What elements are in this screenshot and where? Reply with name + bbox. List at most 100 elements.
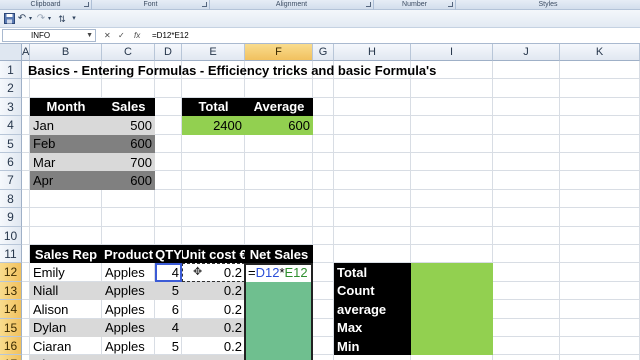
column-header-a[interactable]: A [22, 44, 30, 61]
stats-value-cell[interactable] [411, 263, 493, 282]
formula-input[interactable]: =D12*E12 [152, 29, 638, 42]
row-header-4[interactable]: 4 [0, 116, 22, 135]
chevron-down-icon[interactable]: ▼ [86, 30, 93, 41]
ribbon-group-number[interactable]: Number [374, 0, 456, 10]
month-cell[interactable]: Apr [30, 171, 102, 190]
ribbon-group-font[interactable]: Font [92, 0, 210, 10]
stats-label-cell[interactable]: Max [334, 318, 411, 337]
row-header-1[interactable]: 1 [0, 61, 22, 80]
sales-rep-cell[interactable]: Alison [30, 300, 102, 318]
month-cell[interactable]: Jan [30, 116, 102, 135]
qty-cell[interactable]: 19 [155, 355, 182, 360]
unit-cost-header[interactable]: Unit cost € [182, 245, 245, 264]
stats-label-cell[interactable]: Total [334, 263, 411, 282]
row-header-16[interactable]: 16 [0, 337, 22, 356]
column-header-j[interactable]: J [493, 44, 560, 61]
ribbon-group-clipboard[interactable]: Clipboard [0, 0, 92, 10]
row-header-5[interactable]: 5 [0, 134, 22, 153]
unit-cost-cell[interactable]: 0.2 [182, 281, 245, 301]
stats-value-cell[interactable] [411, 281, 493, 301]
qty-cell[interactable]: 6 [155, 300, 182, 318]
row-header-15[interactable]: 15 [0, 318, 22, 337]
row-header-6[interactable]: 6 [0, 153, 22, 172]
customize-toolbar-icon[interactable]: ▾ [70, 13, 78, 25]
product-cell[interactable]: Apples [102, 318, 155, 337]
dialog-launcher-icon[interactable] [202, 2, 207, 7]
qty-cell[interactable]: 4 [155, 318, 182, 337]
save-icon[interactable] [3, 13, 15, 25]
row-header-13[interactable]: 13 [0, 281, 22, 301]
row-header-14[interactable]: 14 [0, 300, 22, 319]
worksheet-grid[interactable]: ABCDEFGHIJK 1234567891011121314151617 Ba… [0, 44, 640, 360]
sales-rep-header[interactable]: Sales Rep [30, 245, 102, 264]
product-header[interactable]: Product [102, 245, 155, 264]
month-header[interactable]: Month [30, 97, 102, 117]
average-value[interactable]: 600 [245, 116, 313, 135]
product-cell[interactable]: Apples [102, 337, 155, 355]
insert-function-button[interactable]: fx [134, 29, 140, 42]
unit-cost-cell[interactable]: 0.2 [182, 318, 245, 337]
unit-cost-cell[interactable]: 0.2 [182, 337, 245, 355]
qty-cell[interactable]: 5 [155, 281, 182, 301]
product-cell[interactable]: Apples [102, 281, 155, 301]
sales-cell[interactable]: 700 [102, 153, 155, 172]
stats-value-cell[interactable] [411, 337, 493, 356]
net-sales-header[interactable]: Net Sales [245, 245, 313, 264]
product-cell[interactable]: Pears [102, 355, 155, 360]
row-header-7[interactable]: 7 [0, 171, 22, 190]
undo-icon[interactable]: ↶ [17, 13, 27, 25]
stats-label-cell[interactable]: average [334, 300, 411, 319]
column-header-f[interactable]: F [245, 44, 313, 61]
month-cell[interactable]: Mar [30, 153, 102, 172]
column-header-e[interactable]: E [182, 44, 245, 61]
sales-cell[interactable]: 600 [102, 171, 155, 190]
row-header-2[interactable]: 2 [0, 79, 22, 98]
row-header-12[interactable]: 12 [0, 263, 22, 282]
dialog-launcher-icon[interactable] [366, 2, 371, 7]
stats-value-cell[interactable] [411, 318, 493, 337]
sort-icon[interactable]: ⇅ [57, 13, 67, 25]
ribbon-group-styles[interactable]: Styles [456, 0, 640, 10]
ribbon-group-alignment[interactable]: Alignment [210, 0, 374, 10]
column-header-g[interactable]: G [313, 44, 334, 61]
column-header-c[interactable]: C [102, 44, 155, 61]
unit-cost-cell[interactable]: 0.2 [182, 300, 245, 318]
product-cell[interactable]: Apples [102, 263, 155, 281]
row-header-11[interactable]: 11 [0, 245, 22, 264]
column-header-k[interactable]: K [560, 44, 640, 61]
select-all-button[interactable] [0, 44, 22, 61]
column-header-h[interactable]: H [334, 44, 411, 61]
sales-rep-cell[interactable]: Ciaran [30, 337, 102, 355]
row-header-3[interactable]: 3 [0, 97, 22, 117]
sales-rep-cell[interactable]: Niall [30, 281, 102, 301]
sales-rep-cell[interactable]: Emily [30, 263, 102, 281]
stats-value-cell[interactable] [411, 300, 493, 319]
total-header[interactable]: Total [182, 97, 245, 117]
unit-cost-cell[interactable]: 0.25 [182, 355, 245, 360]
sales-cell[interactable]: 600 [102, 134, 155, 153]
stats-label-cell[interactable]: Count [334, 281, 411, 301]
row-header-10[interactable]: 10 [0, 226, 22, 245]
product-cell[interactable]: Apples [102, 300, 155, 318]
dialog-launcher-icon[interactable] [84, 2, 89, 7]
column-header-d[interactable]: D [155, 44, 182, 61]
qty-header[interactable]: QTY [155, 245, 182, 264]
sheet-title[interactable]: Basics - Entering Formulas - Efficiency … [28, 61, 436, 79]
redo-icon[interactable]: ↷ [36, 13, 46, 25]
sales-cell[interactable]: 500 [102, 116, 155, 135]
total-value[interactable]: 2400 [182, 116, 245, 135]
stats-label-cell[interactable]: Min [334, 337, 411, 356]
qty-cell[interactable]: 5 [155, 337, 182, 355]
redo-dropdown-icon[interactable]: ▾ [46, 13, 53, 25]
month-cell[interactable]: Feb [30, 134, 102, 153]
sales-header[interactable]: Sales [102, 97, 155, 117]
average-header[interactable]: Average [245, 97, 313, 117]
column-header-b[interactable]: B [30, 44, 102, 61]
row-header-17[interactable]: 17 [0, 355, 22, 360]
row-header-8[interactable]: 8 [0, 189, 22, 209]
column-header-i[interactable]: I [411, 44, 493, 61]
cancel-icon[interactable]: ✕ [104, 29, 111, 42]
dialog-launcher-icon[interactable] [448, 2, 453, 7]
enter-icon[interactable]: ✓ [118, 29, 125, 42]
undo-dropdown-icon[interactable]: ▾ [27, 13, 34, 25]
